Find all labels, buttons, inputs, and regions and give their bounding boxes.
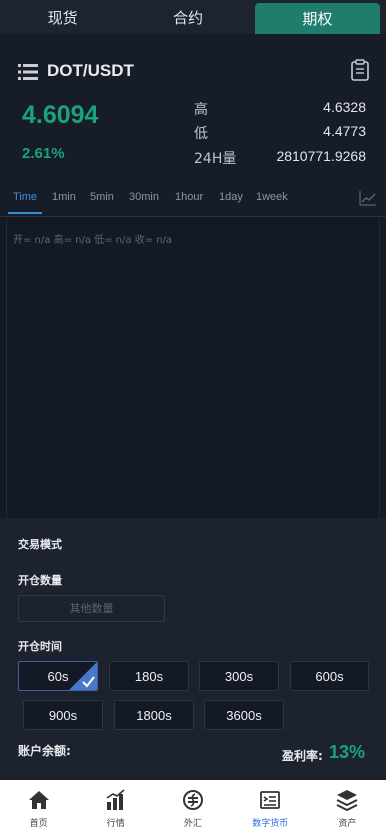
- duration-600s-button[interactable]: 600s: [290, 661, 369, 691]
- account-balance-label: 账户余额:: [18, 744, 71, 758]
- trade-mode-title: 交易模式: [18, 538, 62, 551]
- duration-180s-button[interactable]: 180s: [109, 661, 189, 691]
- home-icon: [28, 791, 49, 809]
- timeframe-5min[interactable]: 5min: [90, 191, 114, 203]
- pair-name[interactable]: DOT/USDT: [47, 61, 134, 81]
- nav-crypto[interactable]: 数字货币: [232, 780, 309, 831]
- duration-label: 300s: [224, 668, 254, 684]
- high-label: 高: [194, 102, 208, 118]
- tab-spot[interactable]: 现货: [0, 0, 125, 34]
- price-chart[interactable]: [6, 218, 380, 518]
- market-type-tabs: 现货 合约 期权: [0, 0, 386, 34]
- timeframe-1hour[interactable]: 1hour: [175, 191, 203, 203]
- timeframe-1day[interactable]: 1day: [219, 191, 243, 203]
- forex-icon: [183, 790, 203, 810]
- duration-3600s-button[interactable]: 3600s: [204, 700, 284, 730]
- active-timeframe-indicator: [8, 212, 42, 214]
- timeframe-1min[interactable]: 1min: [52, 191, 76, 203]
- high-value: 4.6328: [323, 99, 366, 115]
- profit-rate-value: 13%: [329, 742, 366, 762]
- timeframe-30min[interactable]: 30min: [129, 191, 159, 203]
- nav-label: 外汇: [184, 819, 203, 829]
- nav-assets[interactable]: 资产: [309, 780, 386, 831]
- clipboard-icon[interactable]: [351, 59, 369, 81]
- list-menu-icon[interactable]: [18, 63, 38, 81]
- quantity-input[interactable]: 其他数量: [18, 595, 165, 622]
- crypto-icon: [260, 791, 281, 809]
- duration-900s-button[interactable]: 900s: [23, 700, 103, 730]
- profit-rate-label: 盈利率:: [282, 749, 323, 763]
- duration-1800s-button[interactable]: 1800s: [114, 700, 194, 730]
- tab-contract[interactable]: 合约: [125, 0, 250, 34]
- assets-icon: [336, 790, 358, 811]
- low-value: 4.4773: [323, 123, 366, 139]
- low-label: 低: [194, 126, 208, 142]
- duration-label: 60s: [47, 668, 69, 684]
- tab-options[interactable]: 期权: [254, 3, 380, 34]
- duration-label: 180s: [134, 668, 164, 684]
- nav-forex[interactable]: 外汇: [154, 780, 231, 831]
- volume-value: 2810771.9268: [276, 148, 366, 164]
- nav-market[interactable]: 行情: [77, 780, 154, 831]
- last-price: 4.6094: [22, 101, 99, 129]
- duration-label: 3600s: [226, 707, 262, 723]
- timeframe-bar: Time 1min 5min 30min 1hour 1day 1week: [0, 184, 386, 217]
- timeframe-time[interactable]: Time: [13, 191, 37, 203]
- checkmark-icon: [69, 662, 97, 690]
- duration-60s-button[interactable]: 60s: [18, 661, 98, 691]
- nav-label: 行情: [106, 819, 125, 829]
- volume-label: 24H量: [194, 151, 237, 167]
- ohlc-readout: 开= n/a 高= n/a 低= n/a 收= n/a: [13, 235, 173, 246]
- nav-home[interactable]: 首页: [0, 780, 77, 831]
- nav-label: 首页: [29, 819, 48, 829]
- duration-label: 900s: [48, 707, 78, 723]
- nav-label: 资产: [338, 819, 357, 829]
- open-time-title: 开仓时间: [18, 640, 62, 653]
- bottom-navigation: 首页 行情 外汇 数字货币 资产: [0, 780, 386, 831]
- duration-300s-button[interactable]: 300s: [199, 661, 279, 691]
- duration-label: 600s: [315, 668, 344, 684]
- chart-type-icon[interactable]: [359, 190, 377, 206]
- duration-label: 1800s: [136, 707, 172, 723]
- open-quantity-title: 开仓数量: [18, 574, 62, 587]
- timeframe-1week[interactable]: 1week: [256, 191, 288, 203]
- change-percent: 2.61%: [22, 145, 65, 162]
- market-icon: [106, 789, 125, 810]
- nav-label: 数字货币: [252, 819, 289, 829]
